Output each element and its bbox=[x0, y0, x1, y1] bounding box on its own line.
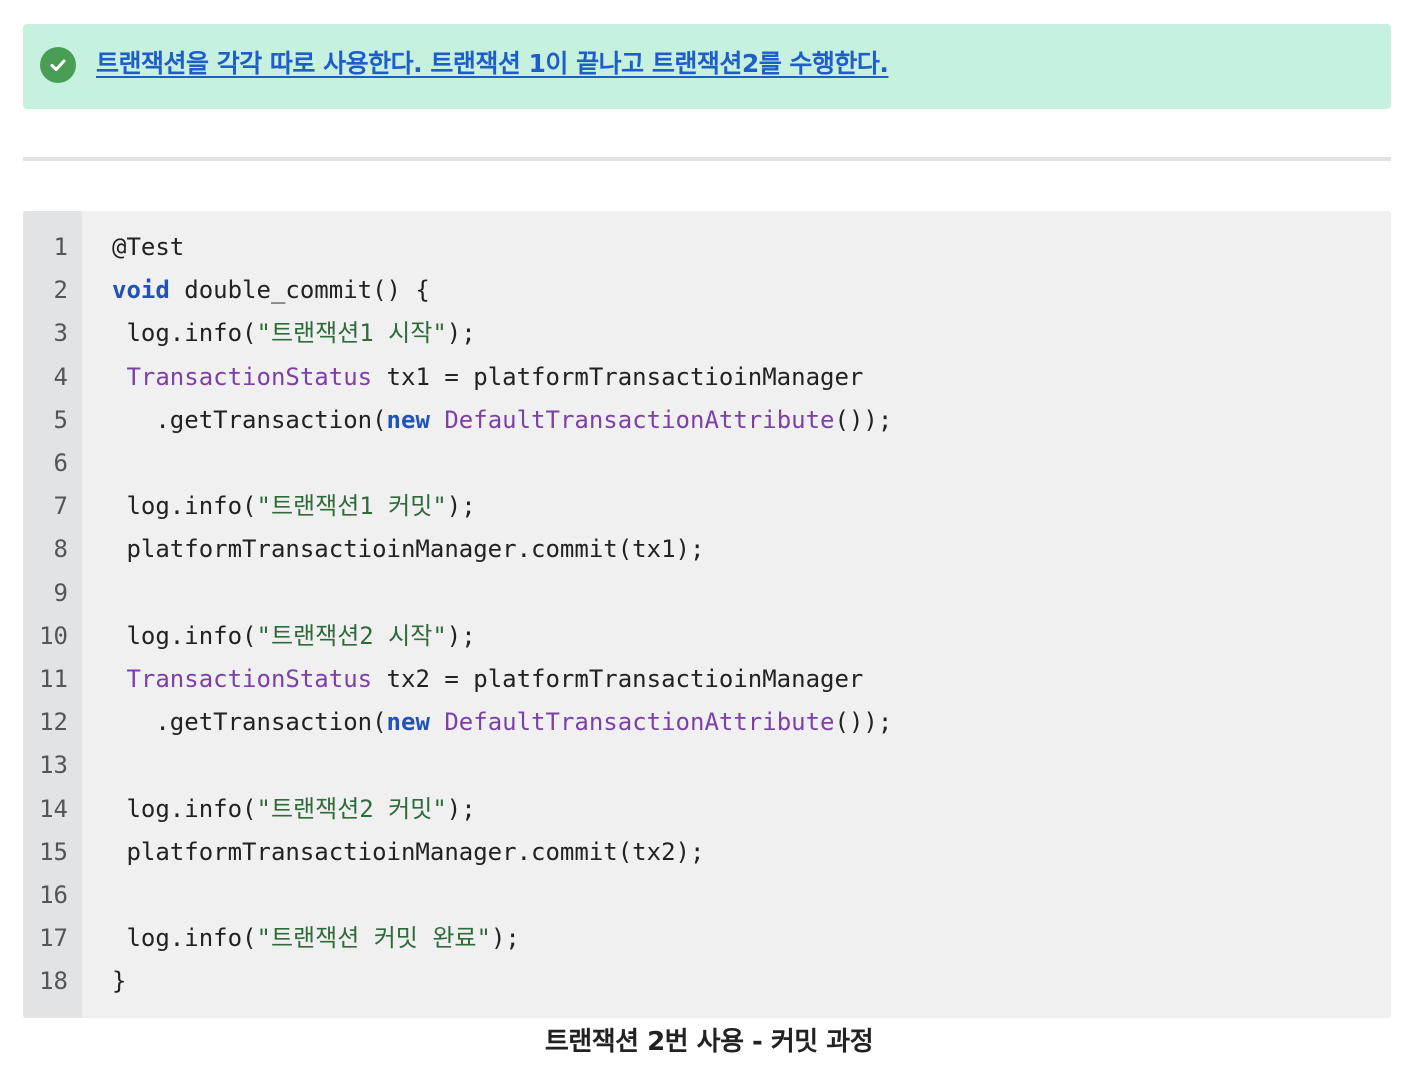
line-number: 16 bbox=[39, 881, 68, 909]
code-token: "트랜잭션1 커밋" bbox=[256, 492, 447, 521]
code-token: DefaultTransactionAttribute bbox=[444, 405, 835, 434]
code-token: log.info( bbox=[112, 621, 257, 650]
horizontal-divider bbox=[23, 157, 1391, 161]
code-token: "트랜잭션2 커밋" bbox=[256, 794, 447, 823]
code-token: .getTransaction( bbox=[112, 405, 387, 434]
code-line: log.info("트랜잭션1 시작"); bbox=[112, 312, 476, 355]
code-line: @Test bbox=[112, 226, 184, 269]
line-number: 7 bbox=[53, 492, 68, 521]
code-token: log.info( bbox=[112, 794, 257, 823]
code-token: TransactionStatus bbox=[126, 665, 373, 693]
code-token: log.info( bbox=[112, 319, 257, 348]
line-number: 6 bbox=[53, 449, 68, 477]
code-token: ); bbox=[490, 924, 520, 953]
code-token: platformTransactioinManager.commit(tx2); bbox=[112, 837, 705, 866]
code-token: double_commit() { bbox=[169, 276, 430, 305]
code-line: log.info("트랜잭션2 커밋"); bbox=[112, 788, 476, 831]
line-number: 5 bbox=[53, 405, 68, 434]
code-line: void double_commit() { bbox=[112, 269, 430, 312]
line-number: 14 bbox=[39, 794, 68, 823]
code-line: log.info("트랜잭션2 시작"); bbox=[112, 615, 476, 658]
code-token: DefaultTransactionAttribute bbox=[444, 708, 835, 737]
code-token: ()); bbox=[834, 405, 893, 434]
code-block: 1 2 3 4 5 6 7 8 9 10 11 12 13 14 15 16 17 18 @Test void do… bbox=[23, 211, 1391, 1018]
code-token: tx2 = platformTransactioinManager bbox=[372, 665, 864, 693]
code-line: TransactionStatus tx1 = platformTransact… bbox=[112, 356, 863, 399]
code-token: ); bbox=[446, 794, 476, 823]
line-number: 4 bbox=[53, 362, 68, 391]
check-circle-icon bbox=[40, 47, 76, 83]
code-token: new bbox=[386, 405, 430, 434]
line-number: 17 bbox=[39, 924, 68, 953]
code-token: TransactionStatus bbox=[126, 362, 373, 391]
code-line: log.info("트랜잭션1 커밋"); bbox=[112, 485, 476, 528]
code-line: log.info("트랜잭션 커밋 완료"); bbox=[112, 917, 520, 960]
line-number: 12 bbox=[39, 708, 68, 737]
code-line: platformTransactioinManager.commit(tx1); bbox=[112, 528, 704, 571]
code-token: "트랜잭션 커밋 완료" bbox=[256, 924, 491, 953]
code-token: log.info( bbox=[112, 924, 257, 953]
line-number: 11 bbox=[39, 665, 68, 693]
line-number: 13 bbox=[39, 751, 68, 780]
code-token: "트랜잭션1 시작" bbox=[256, 319, 447, 348]
line-number: 9 bbox=[53, 578, 68, 607]
code-token: } bbox=[112, 967, 127, 996]
code-token: ); bbox=[446, 492, 476, 521]
line-number: 18 bbox=[39, 967, 68, 996]
code-token: void bbox=[112, 276, 170, 305]
code-token: ); bbox=[446, 319, 476, 348]
code-token: @Test bbox=[112, 233, 185, 261]
code-token: new bbox=[386, 708, 430, 737]
line-number: 10 bbox=[39, 621, 68, 650]
code-token: .getTransaction( bbox=[112, 708, 387, 737]
code-line: TransactionStatus tx2 = platformTransact… bbox=[112, 658, 863, 701]
line-number: 1 bbox=[53, 233, 68, 261]
code-token: ); bbox=[446, 621, 476, 650]
callout-link[interactable]: 트랜잭션을 각각 따로 사용한다. 트랜잭션 1이 끝나고 트랜잭션2를 수행한… bbox=[96, 44, 889, 84]
line-number: 3 bbox=[53, 319, 68, 348]
line-number: 8 bbox=[53, 535, 68, 564]
line-number: 2 bbox=[53, 276, 68, 305]
code-line: platformTransactioinManager.commit(tx2); bbox=[112, 831, 704, 874]
code-token: ()); bbox=[834, 708, 893, 737]
line-number-gutter: 1 2 3 4 5 6 7 8 9 10 11 12 13 14 15 16 17 18 bbox=[23, 211, 82, 1018]
code-token: platformTransactioinManager.commit(tx1); bbox=[112, 535, 705, 564]
code-token: "트랜잭션2 시작" bbox=[256, 621, 447, 650]
code-line: .getTransaction(new DefaultTransactionAt… bbox=[112, 701, 892, 744]
code-token: tx1 = platformTransactioinManager bbox=[372, 362, 864, 391]
figure-caption: 트랜잭션 2번 사용 - 커밋 과정 bbox=[544, 1027, 874, 1057]
code-line: } bbox=[112, 960, 126, 1003]
line-number: 15 bbox=[39, 837, 68, 866]
code-line: .getTransaction(new DefaultTransactionAt… bbox=[112, 399, 892, 442]
code-token: log.info( bbox=[112, 492, 257, 521]
